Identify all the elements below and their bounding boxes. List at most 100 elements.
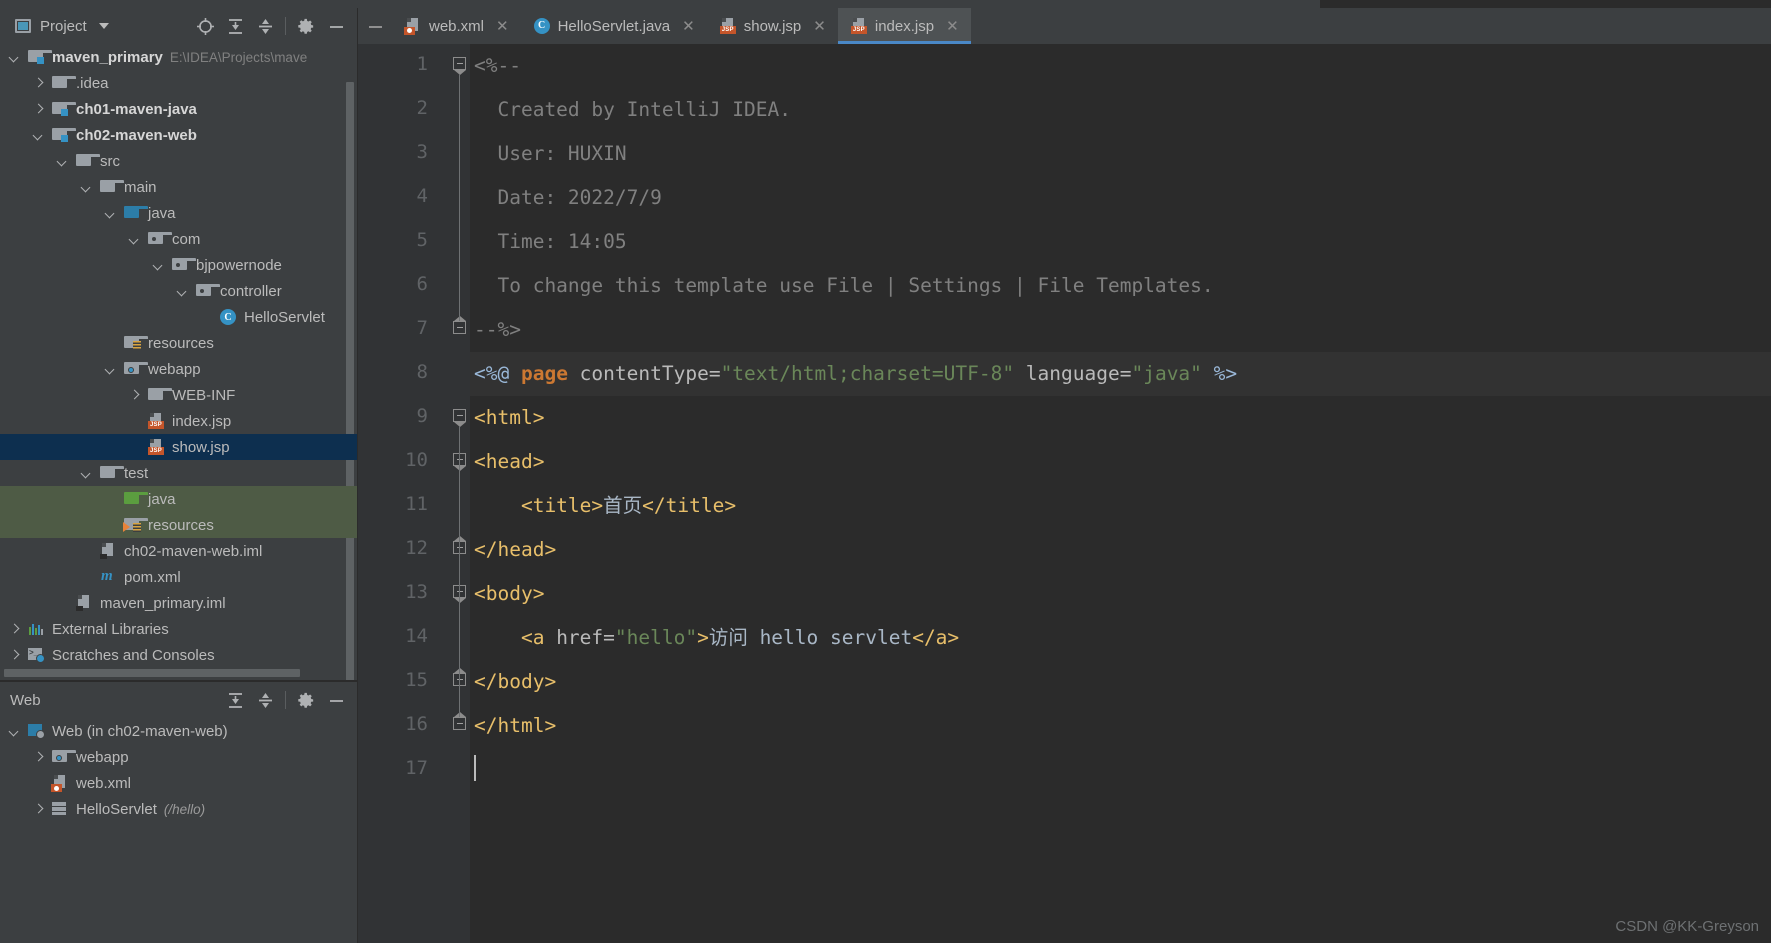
tree-row[interactable]: ch01-maven-java bbox=[0, 96, 357, 122]
code-line[interactable]: </head> bbox=[470, 528, 1771, 572]
minimize-icon[interactable] bbox=[321, 686, 351, 714]
collapse-all-icon[interactable] bbox=[250, 686, 280, 714]
tree-row[interactable]: test bbox=[0, 460, 357, 486]
web-file-tree[interactable]: Web (in ch02-maven-web) webapp web.xml Hell… bbox=[0, 718, 357, 943]
chevron-down-icon[interactable] bbox=[98, 23, 109, 29]
tree-row[interactable]: web.xml bbox=[0, 770, 357, 796]
close-icon[interactable]: ✕ bbox=[813, 17, 826, 35]
code-line[interactable]: User: HUXIN bbox=[470, 132, 1771, 176]
editor-tab[interactable]: web.xml ✕ bbox=[392, 8, 521, 44]
tree-row[interactable]: maven_primary.iml bbox=[0, 590, 357, 616]
chevron-down-icon[interactable] bbox=[176, 285, 189, 298]
tree-row[interactable]: webapp bbox=[0, 356, 357, 382]
code-line[interactable]: <%-- bbox=[470, 44, 1771, 88]
code-line[interactable]: <body> bbox=[470, 572, 1771, 616]
tree-row[interactable]: resources bbox=[0, 512, 357, 538]
code-token: %> bbox=[1201, 362, 1238, 385]
tree-row-label: HelloServlet bbox=[76, 800, 157, 818]
package-folder-icon bbox=[147, 231, 172, 247]
chevron-down-icon[interactable] bbox=[32, 129, 45, 142]
chevron-down-icon[interactable] bbox=[8, 51, 21, 64]
editor-tab[interactable]: C HelloServlet.java ✕ bbox=[520, 8, 707, 44]
code-line[interactable]: <a href="hello">访问 hello servlet</a> bbox=[470, 616, 1771, 660]
expand-all-icon[interactable] bbox=[220, 686, 250, 714]
gutter-line-number: 10 bbox=[405, 449, 428, 471]
code-line[interactable]: To change this template use File | Setti… bbox=[470, 264, 1771, 308]
tree-row[interactable]: .idea bbox=[0, 70, 357, 96]
tree-row[interactable]: m pom.xml bbox=[0, 564, 357, 590]
tree-row[interactable]: >_ Scratches and Consoles bbox=[0, 642, 357, 668]
tree-row[interactable]: ch02-maven-web bbox=[0, 122, 357, 148]
tree-row[interactable]: JSP index.jsp bbox=[0, 408, 357, 434]
tree-row[interactable]: Web (in ch02-maven-web) bbox=[0, 718, 357, 744]
jsp-file-icon: JSP bbox=[147, 439, 165, 455]
code-line[interactable]: Date: 2022/7/9 bbox=[470, 176, 1771, 220]
project-file-tree[interactable]: maven_primary E:\IDEA\Projects\mave .idea c… bbox=[0, 44, 357, 680]
tree-row[interactable]: src bbox=[0, 148, 357, 174]
code-token: </a> bbox=[912, 626, 960, 649]
chevron-down-icon[interactable] bbox=[80, 467, 93, 480]
chevron-down-icon[interactable] bbox=[152, 259, 165, 272]
chevron-right-icon[interactable] bbox=[8, 649, 21, 662]
editor-code[interactable]: <%-- Created by IntelliJ IDEA. User: HUX… bbox=[470, 44, 1771, 943]
tree-row[interactable]: JSP show.jsp bbox=[0, 434, 357, 460]
code-line[interactable]: <title>首页</title> bbox=[470, 484, 1771, 528]
tree-row[interactable]: External Libraries bbox=[0, 616, 357, 642]
chevron-right-icon[interactable] bbox=[32, 803, 45, 816]
editor-gutter[interactable]: 1 2 3 4 5 6 7 8 9 10 11 12 13 14 15 16 17 bbox=[358, 44, 470, 943]
chevron-down-icon[interactable] bbox=[104, 363, 117, 376]
tree-row[interactable]: maven_primary E:\IDEA\Projects\mave bbox=[0, 44, 357, 70]
code-line[interactable]: Created by IntelliJ IDEA. bbox=[470, 88, 1771, 132]
tree-row[interactable]: com bbox=[0, 226, 357, 252]
chevron-right-icon[interactable] bbox=[32, 751, 45, 764]
tree-row[interactable]: HelloServlet (/hello) bbox=[0, 796, 357, 822]
code-line[interactable]: <html> bbox=[470, 396, 1771, 440]
chevron-right-icon[interactable] bbox=[32, 77, 45, 90]
tree-row[interactable]: ch02-maven-web.iml bbox=[0, 538, 357, 564]
gutter-line-number: 15 bbox=[405, 669, 428, 691]
chevron-down-icon[interactable] bbox=[8, 725, 21, 738]
tree-row[interactable]: C HelloServlet bbox=[0, 304, 357, 330]
code-line[interactable] bbox=[470, 748, 1771, 792]
tree-row[interactable]: webapp bbox=[0, 744, 357, 770]
chevron-down-icon[interactable] bbox=[80, 181, 93, 194]
editor-tab[interactable]: JSP index.jsp ✕ bbox=[837, 8, 971, 44]
expand-all-icon[interactable] bbox=[220, 12, 250, 40]
locate-icon[interactable] bbox=[190, 12, 220, 40]
tree-row[interactable]: bjpowernode bbox=[0, 252, 357, 278]
editor-body[interactable]: 1 2 3 4 5 6 7 8 9 10 11 12 13 14 15 16 17 <%-- Created b… bbox=[358, 44, 1771, 943]
code-token: "java" bbox=[1131, 362, 1202, 385]
chevron-right-icon[interactable] bbox=[128, 389, 141, 402]
code-line[interactable]: </body> bbox=[470, 660, 1771, 704]
tree-row[interactable]: WEB-INF bbox=[0, 382, 357, 408]
collapse-all-icon[interactable] bbox=[250, 12, 280, 40]
chevron-right-icon[interactable] bbox=[32, 103, 45, 116]
tree-row[interactable]: resources bbox=[0, 330, 357, 356]
tree-row[interactable]: controller bbox=[0, 278, 357, 304]
code-token: <body> bbox=[474, 582, 545, 605]
close-icon[interactable]: ✕ bbox=[946, 17, 959, 35]
chevron-down-icon[interactable] bbox=[128, 233, 141, 246]
chevron-down-icon[interactable] bbox=[104, 207, 117, 220]
code-line[interactable]: </html> bbox=[470, 704, 1771, 748]
tree-row[interactable]: java bbox=[0, 200, 357, 226]
editor-tab-bar[interactable]: web.xml ✕ C HelloServlet.java ✕ JSP show.jsp ✕ J… bbox=[358, 8, 1771, 44]
close-icon[interactable]: ✕ bbox=[682, 17, 695, 35]
code-line[interactable]: <%@ page contentType="text/html;charset=… bbox=[470, 352, 1771, 396]
editor-tab[interactable]: JSP show.jsp ✕ bbox=[706, 8, 838, 44]
chevron-down-icon[interactable] bbox=[56, 155, 69, 168]
minimize-icon[interactable] bbox=[321, 12, 351, 40]
code-line[interactable]: Time: 14:05 bbox=[470, 220, 1771, 264]
tree-row[interactable]: java bbox=[0, 486, 357, 512]
java-class-icon: C bbox=[533, 17, 550, 35]
code-line[interactable]: --%> bbox=[470, 308, 1771, 352]
project-tree-hscrollbar[interactable] bbox=[4, 669, 300, 677]
chevron-right-icon[interactable] bbox=[8, 623, 21, 636]
close-icon[interactable]: ✕ bbox=[496, 17, 509, 35]
tree-row[interactable]: main bbox=[0, 174, 357, 200]
tree-arrow-placeholder bbox=[80, 571, 93, 584]
hide-tabs-icon[interactable] bbox=[358, 8, 392, 44]
gear-icon[interactable] bbox=[291, 686, 321, 714]
gear-icon[interactable] bbox=[291, 12, 321, 40]
code-line[interactable]: <head> bbox=[470, 440, 1771, 484]
